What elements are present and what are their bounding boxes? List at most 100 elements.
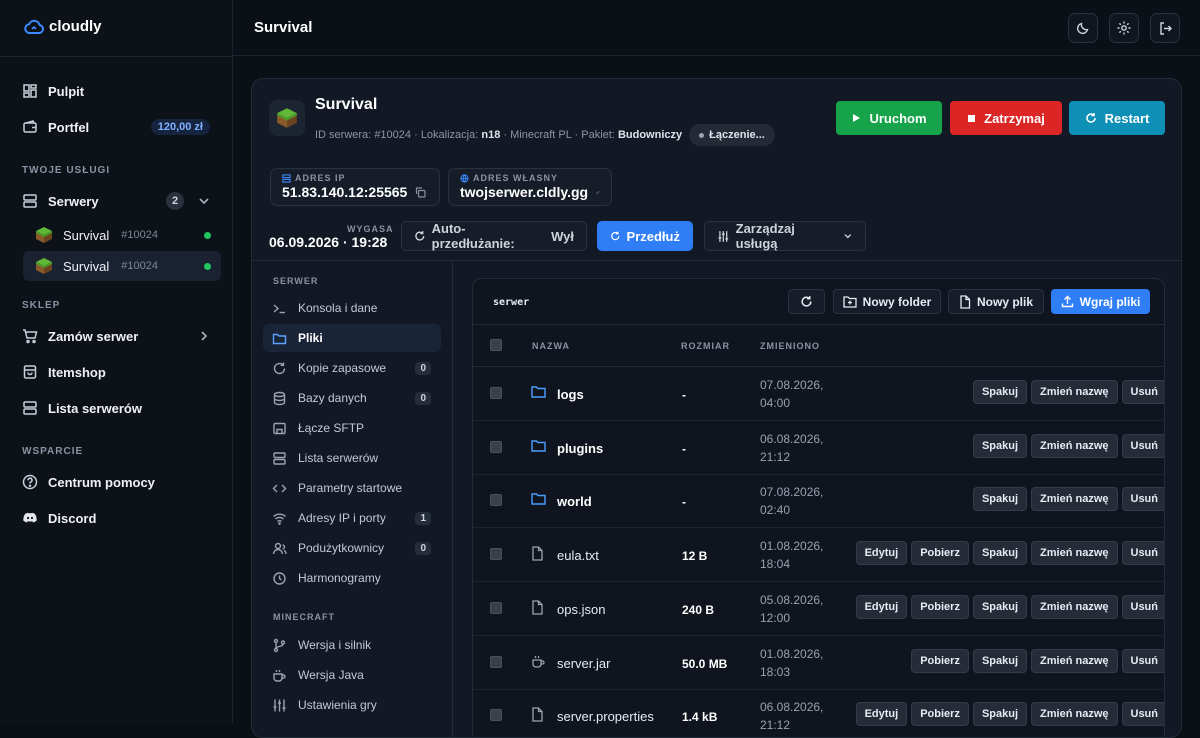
nav-schedules[interactable]: Harmonogramy [263, 564, 441, 592]
sidebar-item-order-server[interactable]: Zamów serwer [12, 322, 222, 350]
delete-button[interactable]: Usuń [1121, 702, 1164, 727]
zip-button[interactable]: Spakuj [972, 433, 1028, 458]
delete-button[interactable]: Usuń [1121, 648, 1164, 673]
logo[interactable]: cloudly [24, 18, 102, 35]
nav-version-engine[interactable]: Wersja i silnik [263, 631, 441, 659]
file-name[interactable]: ops.json [557, 602, 605, 617]
zip-button[interactable]: Spakuj [972, 487, 1028, 512]
sidebar-server-item[interactable]: Survival #10024 [23, 220, 221, 250]
nav-backups[interactable]: Kopie zapasowe 0 [263, 354, 441, 382]
delete-button[interactable]: Usuń [1121, 487, 1164, 512]
copy-icon[interactable] [415, 186, 426, 198]
help-circle-icon [22, 474, 38, 490]
delete-button[interactable]: Usuń [1121, 433, 1164, 458]
table-row[interactable]: logs - 07.08.2026, 04:00 Spakuj Zmień nazwę Us… [473, 367, 1164, 421]
sidebar-item-wallet[interactable]: Portfel 120,00 zł [12, 113, 222, 141]
table-row[interactable]: server.properties 1.4 kB 06.08.2026, 21:12 E… [473, 689, 1164, 737]
nav-files[interactable]: Pliki [263, 324, 441, 352]
rename-button[interactable]: Zmień nazwę [1031, 594, 1118, 619]
rename-button[interactable]: Zmień nazwę [1031, 702, 1118, 727]
row-checkbox[interactable] [490, 709, 502, 722]
edit-pencil-icon[interactable] [596, 187, 600, 198]
select-all-checkbox[interactable] [490, 339, 502, 351]
sidebar-item-help-center[interactable]: Centrum pomocy [12, 468, 222, 496]
download-button[interactable]: Pobierz [911, 702, 969, 727]
zip-button[interactable]: Spakuj [972, 702, 1028, 727]
zip-button[interactable]: Spakuj [972, 541, 1028, 566]
zip-button[interactable]: Spakuj [972, 594, 1028, 619]
server-name: Survival [63, 258, 110, 274]
rename-button[interactable]: Zmień nazwę [1031, 433, 1118, 458]
refresh-button[interactable] [788, 289, 825, 314]
nav-game-settings[interactable]: Ustawienia gry [263, 691, 441, 719]
zip-button[interactable]: Spakuj [972, 380, 1028, 404]
sidebar-item-server-list[interactable]: Lista serwerów [12, 394, 222, 422]
download-button[interactable]: Pobierz [911, 648, 969, 673]
nav-startup-params[interactable]: Parametry startowe [263, 474, 441, 502]
file-name[interactable]: logs [557, 387, 584, 402]
table-row[interactable]: eula.txt 12 B 01.08.2026, 18:04 Edytuj Pobier… [473, 528, 1164, 583]
zip-button[interactable]: Spakuj [972, 648, 1028, 673]
nav-databases[interactable]: Bazy danych 0 [263, 384, 441, 412]
file-date: 05.08.2026, [760, 592, 824, 607]
row-checkbox[interactable] [490, 601, 502, 614]
server-icon [23, 194, 37, 208]
delete-button[interactable]: Usuń [1121, 541, 1164, 566]
edit-button[interactable]: Edytuj [855, 594, 908, 619]
new-file-button[interactable]: Nowy plik [948, 289, 1044, 314]
row-checkbox[interactable] [490, 387, 502, 399]
file-name[interactable]: plugins [557, 441, 603, 456]
row-checkbox[interactable] [490, 494, 502, 507]
sidebar-item-servers[interactable]: Serwery 2 [12, 187, 222, 215]
chevron-down-icon[interactable] [198, 195, 210, 207]
file-name[interactable]: world [557, 494, 592, 509]
file-name[interactable]: server.properties [557, 709, 654, 724]
sidebar-item-discord[interactable]: Discord [12, 504, 222, 532]
logout-button[interactable] [1150, 13, 1180, 43]
delete-button[interactable]: Usuń [1121, 594, 1164, 619]
download-button[interactable]: Pobierz [911, 594, 969, 619]
stop-button[interactable]: Zatrzymaj [950, 101, 1062, 135]
edit-button[interactable]: Edytuj [855, 541, 908, 566]
file-name[interactable]: server.jar [557, 656, 610, 671]
upload-button[interactable]: Wgraj pliki [1051, 289, 1150, 314]
custom-address-value: twojserwer.cldly.gg [460, 184, 589, 200]
rename-button[interactable]: Zmień nazwę [1031, 487, 1118, 512]
nav-sftp[interactable]: Łącze SFTP [263, 414, 441, 442]
manage-service-dropdown[interactable]: Zarządzaj usługą [704, 221, 866, 251]
sidebar-server-item[interactable]: Survival #10024 [23, 251, 221, 281]
restart-button[interactable]: Restart [1069, 101, 1165, 135]
breadcrumb-path[interactable]: serwer [493, 297, 529, 308]
sidebar-item-dashboard[interactable]: Pulpit [12, 77, 222, 105]
table-row[interactable]: ops.json 240 B 05.08.2026, 12:00 Edytuj Pobie… [473, 582, 1164, 636]
new-folder-button[interactable]: Nowy folder [833, 289, 941, 314]
start-button[interactable]: Uruchom [836, 101, 942, 135]
nav-server-list[interactable]: Lista serwerów [263, 444, 441, 472]
table-row[interactable]: server.jar 50.0 MB 01.08.2026, 18:03 Pobierz… [473, 636, 1164, 690]
rename-button[interactable]: Zmień nazwę [1031, 541, 1118, 566]
nav-console[interactable]: Konsola i dane [263, 294, 441, 322]
settings-button[interactable] [1109, 13, 1139, 43]
delete-button[interactable]: Usuń [1121, 380, 1164, 404]
rename-button[interactable]: Zmień nazwę [1031, 648, 1118, 673]
auto-renew-toggle[interactable]: Auto-przedłużanie: Wył [401, 221, 587, 251]
databases-count: 0 [415, 391, 431, 405]
extend-button[interactable]: Przedłuż [597, 221, 693, 251]
row-checkbox[interactable] [490, 548, 502, 561]
row-checkbox[interactable] [490, 440, 502, 453]
file-name[interactable]: eula.txt [557, 548, 599, 563]
game-label: Minecraft PL [510, 128, 572, 141]
theme-toggle-button[interactable] [1068, 13, 1098, 43]
row-actions: Edytuj Pobierz Spakuj Zmień nazwę Usuń [855, 541, 1164, 566]
edit-button[interactable]: Edytuj [855, 702, 908, 727]
row-checkbox[interactable] [490, 655, 502, 668]
rename-button[interactable]: Zmień nazwę [1031, 380, 1118, 404]
download-button[interactable]: Pobierz [911, 541, 969, 566]
nav-subusers[interactable]: Podużytkownicy 0 [263, 534, 441, 562]
file-date: 07.08.2026, [760, 485, 824, 500]
nav-java-version[interactable]: Wersja Java [263, 661, 441, 689]
nav-ip-ports[interactable]: Adresy IP i porty 1 [263, 504, 441, 532]
sidebar-item-itemshop[interactable]: Itemshop [12, 358, 222, 386]
table-row[interactable]: plugins - 06.08.2026, 21:12 Spakuj Zmień nazw… [473, 421, 1164, 475]
table-row[interactable]: world - 07.08.2026, 02:40 Spakuj Zmień nazwę U… [473, 474, 1164, 529]
